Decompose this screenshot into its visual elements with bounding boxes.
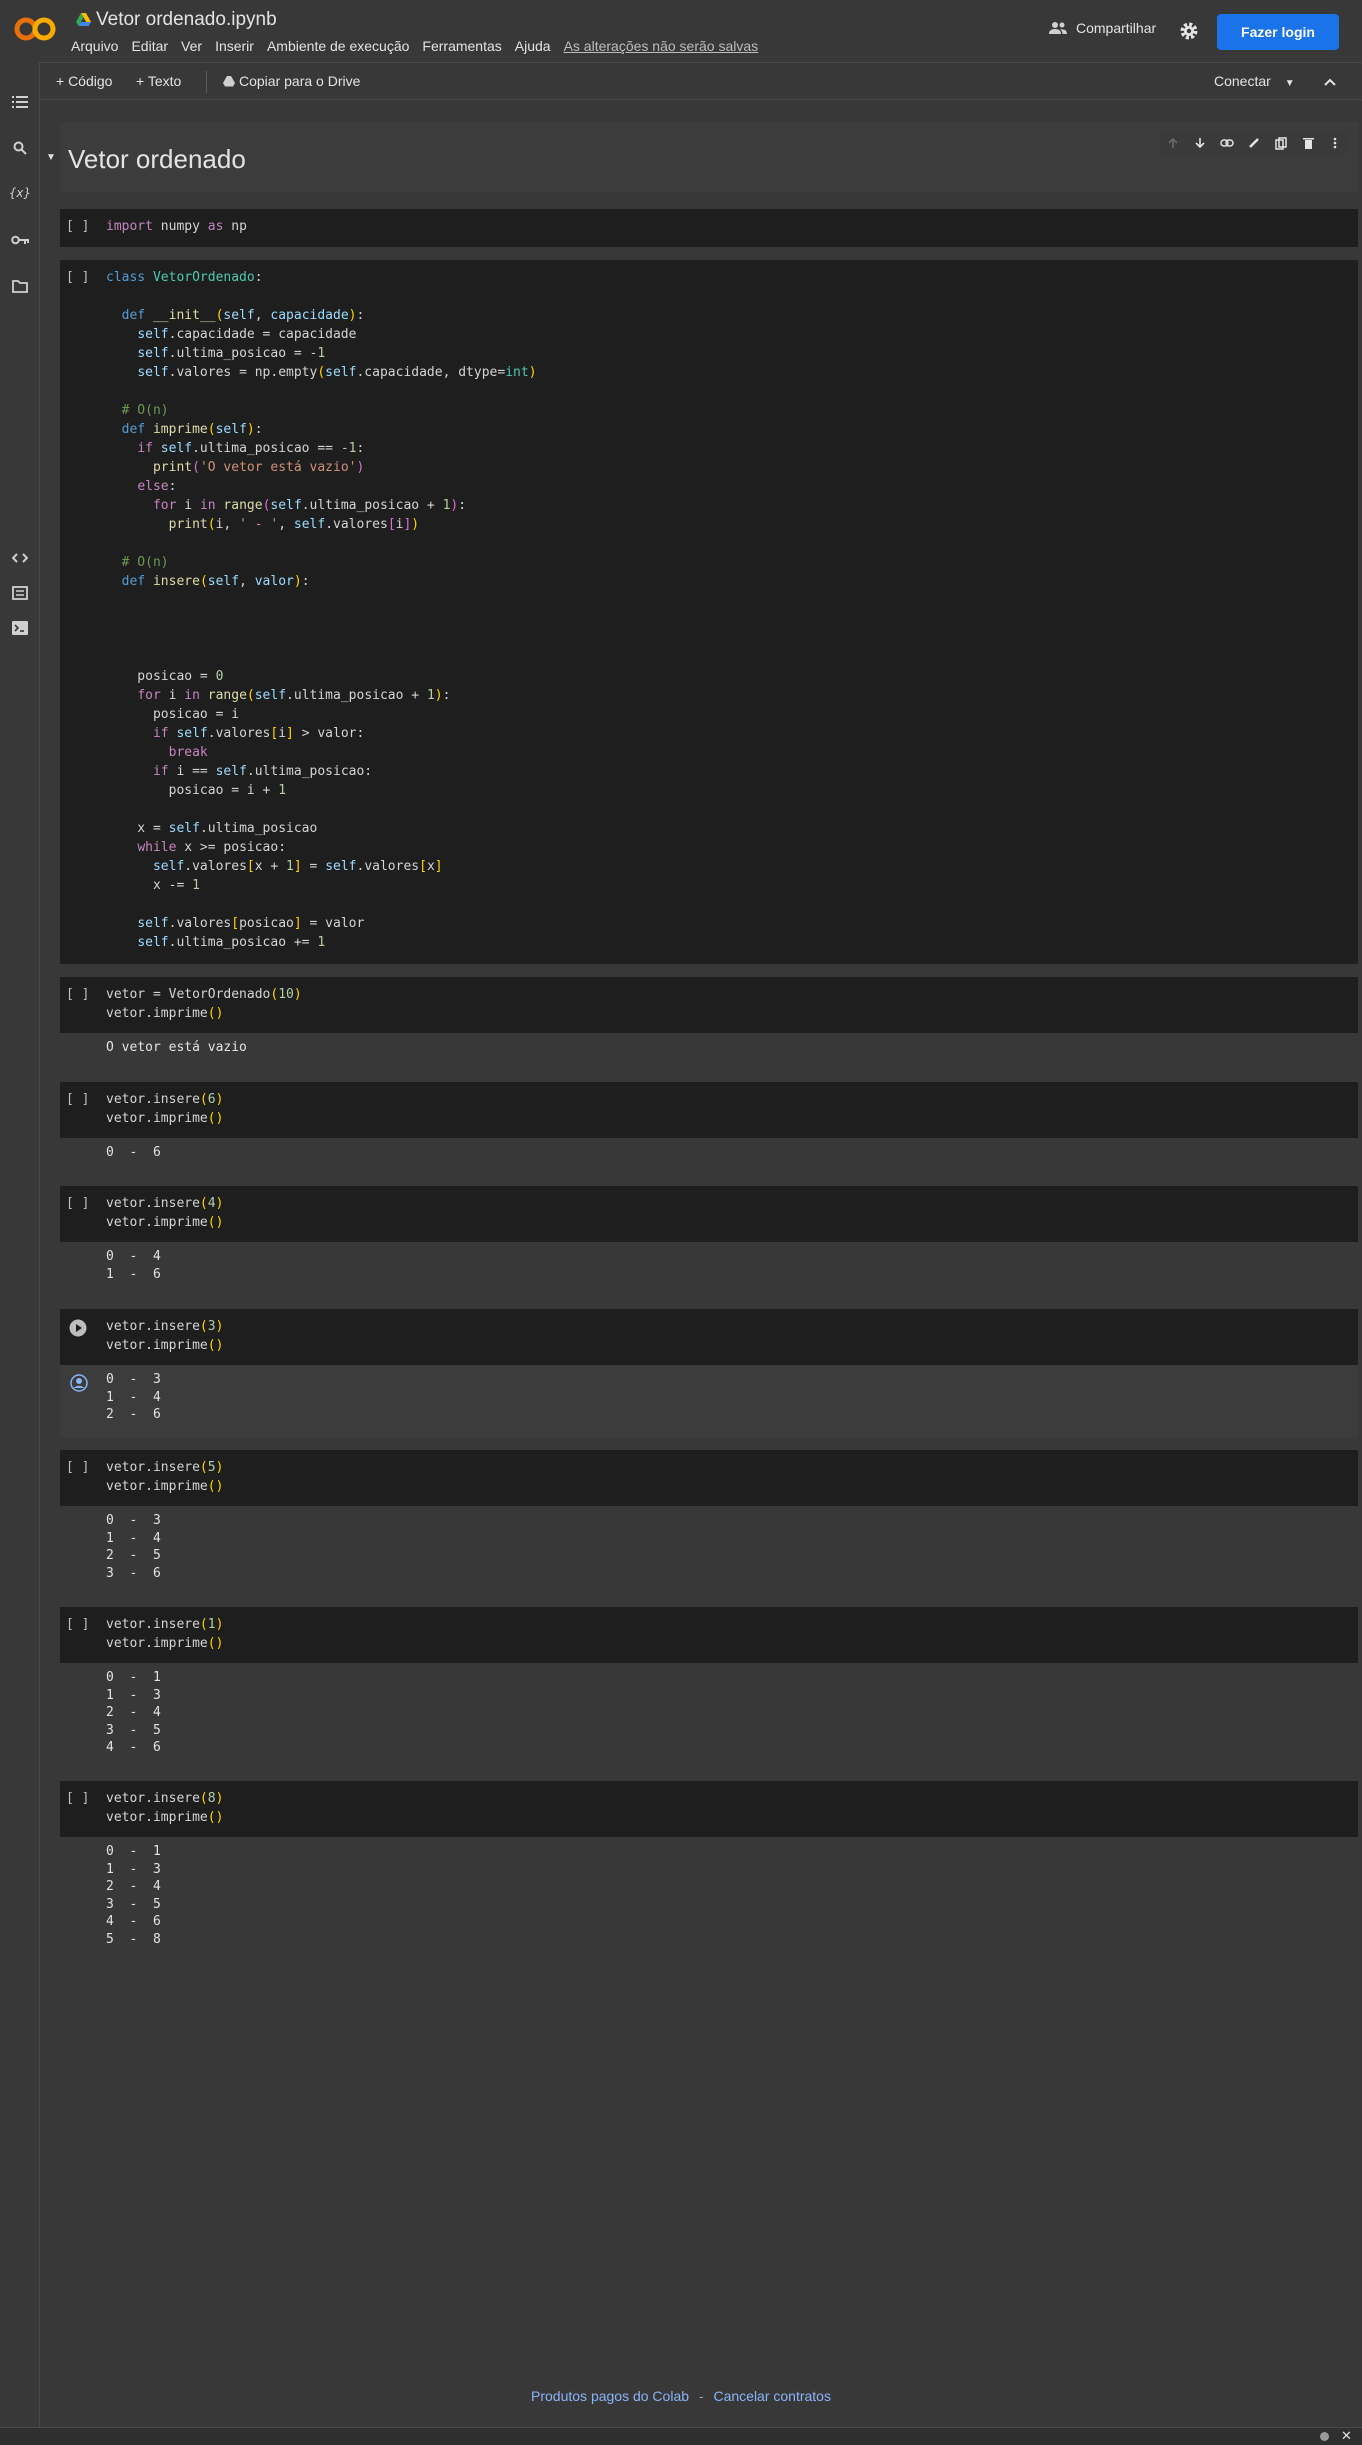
share-label: Compartilhar bbox=[1076, 20, 1157, 36]
page-footer: Produtos pagos do Colab - Cancelar contr… bbox=[0, 2388, 1362, 2404]
delete-trash-icon[interactable] bbox=[1299, 134, 1317, 152]
unsaved-changes-link[interactable]: As alterações não serão salvas bbox=[564, 38, 759, 54]
menu-item-ferramentas[interactable]: Ferramentas bbox=[422, 38, 501, 54]
variables-icon[interactable]: {x} bbox=[9, 183, 31, 203]
connect-label: Conectar bbox=[1214, 73, 1271, 89]
output-text: O vetor está vazio bbox=[106, 1040, 247, 1055]
cell-code[interactable]: vetor.insere(5) vetor.imprime() bbox=[106, 1458, 223, 1496]
notebook-title[interactable]: Vetor ordenado.ipynb bbox=[96, 9, 277, 31]
link-icon[interactable] bbox=[1218, 134, 1236, 152]
google-drive-icon bbox=[76, 13, 91, 26]
run-cell-button[interactable]: [ ] bbox=[66, 219, 89, 234]
cell-code[interactable]: vetor.insere(4) vetor.imprime() bbox=[106, 1194, 223, 1232]
move-up-icon[interactable] bbox=[1164, 134, 1182, 152]
section-title: Vetor ordenado bbox=[68, 144, 246, 174]
left-sidebar: {x} bbox=[0, 62, 40, 2445]
search-icon[interactable] bbox=[10, 138, 30, 158]
settings-gear-icon[interactable] bbox=[1179, 21, 1199, 41]
cell-output: O vetor está vazio bbox=[60, 1033, 1358, 1069]
menu-item-inserir[interactable]: Inserir bbox=[215, 38, 254, 54]
close-icon[interactable]: ✕ bbox=[1341, 2428, 1352, 2444]
login-button[interactable]: Fazer login bbox=[1217, 14, 1339, 50]
code-cell[interactable]: [ ] vetor.insere(8) vetor.imprime() bbox=[60, 1781, 1358, 1837]
menu-bar: Arquivo Editar Ver Inserir Ambiente de e… bbox=[71, 38, 771, 54]
copy-cell-icon[interactable] bbox=[1272, 134, 1290, 152]
cell-output: 0 - 3 1 - 4 2 - 5 3 - 6 bbox=[60, 1506, 1358, 1596]
cell-output: 0 - 6 bbox=[60, 1138, 1358, 1174]
cell-code[interactable]: class VetorOrdenado: def __init__(self, … bbox=[106, 268, 537, 952]
output-text: 0 - 6 bbox=[106, 1145, 161, 1160]
code-cell[interactable]: [ ] vetor.insere(4) vetor.imprime() bbox=[60, 1186, 1358, 1242]
output-text: 0 - 1 1 - 3 2 - 4 3 - 5 4 - 6 bbox=[106, 1670, 161, 1755]
output-text: 0 - 4 1 - 6 bbox=[106, 1249, 161, 1282]
paid-products-link[interactable]: Produtos pagos do Colab bbox=[531, 2388, 689, 2404]
add-code-cell-button[interactable]: + Código bbox=[56, 73, 112, 89]
copy-to-drive-label: Copiar para o Drive bbox=[239, 73, 361, 89]
menu-item-ajuda[interactable]: Ajuda bbox=[515, 38, 551, 54]
output-user-avatar-icon[interactable] bbox=[70, 1374, 88, 1392]
code-cell[interactable]: [ ] vetor.insere(1) vetor.imprime() bbox=[60, 1607, 1358, 1663]
code-snippets-icon[interactable] bbox=[10, 548, 30, 568]
menu-item-editar[interactable]: Editar bbox=[131, 38, 168, 54]
cell-code[interactable]: vetor.insere(1) vetor.imprime() bbox=[106, 1615, 223, 1653]
footer-separator: - bbox=[698, 2388, 704, 2404]
colab-logo[interactable] bbox=[14, 14, 56, 44]
output-text: 0 - 3 1 - 4 2 - 6 bbox=[106, 1372, 161, 1422]
code-cell[interactable]: [ ] vetor.insere(5) vetor.imprime() bbox=[60, 1450, 1358, 1506]
code-cell[interactable]: [ ] class VetorOrdenado: def __init__(se… bbox=[60, 260, 1358, 964]
cell-code[interactable]: vetor.insere(6) vetor.imprime() bbox=[106, 1090, 223, 1128]
cell-code[interactable]: vetor = VetorOrdenado(10) vetor.imprime(… bbox=[106, 985, 302, 1023]
secrets-key-icon[interactable] bbox=[10, 230, 30, 250]
text-cell-heading[interactable]: ▼ Vetor ordenado bbox=[46, 122, 1358, 192]
run-cell-button[interactable]: [ ] bbox=[66, 1196, 89, 1211]
run-cell-play-icon[interactable] bbox=[69, 1319, 87, 1337]
drive-outline-icon bbox=[223, 75, 235, 86]
terminal-icon[interactable] bbox=[10, 618, 30, 638]
toolbar-divider bbox=[206, 71, 207, 93]
cell-toolbar bbox=[1160, 132, 1348, 154]
table-of-contents-icon[interactable] bbox=[10, 92, 30, 112]
notebook-toolbar: + Código + Texto Copiar para o Drive Con… bbox=[40, 62, 1362, 100]
people-icon bbox=[1049, 22, 1067, 34]
share-button[interactable]: Compartilhar bbox=[1048, 20, 1156, 36]
add-text-cell-button[interactable]: + Texto bbox=[136, 73, 181, 89]
run-cell-button[interactable]: [ ] bbox=[66, 1791, 89, 1806]
chevron-up-icon[interactable] bbox=[1318, 71, 1342, 93]
output-text: 0 - 3 1 - 4 2 - 5 3 - 6 bbox=[106, 1513, 161, 1581]
cell-code[interactable]: vetor.insere(3) vetor.imprime() bbox=[106, 1317, 223, 1355]
command-palette-icon[interactable] bbox=[10, 583, 30, 603]
edit-pencil-icon[interactable] bbox=[1245, 134, 1263, 152]
chevron-down-icon[interactable]: ▼ bbox=[1285, 78, 1295, 89]
code-cell[interactable]: [ ] vetor = VetorOrdenado(10) vetor.impr… bbox=[60, 977, 1358, 1033]
files-folder-icon[interactable] bbox=[10, 276, 30, 296]
move-down-icon[interactable] bbox=[1191, 134, 1209, 152]
menu-item-ambiente[interactable]: Ambiente de execução bbox=[267, 38, 409, 54]
code-cell[interactable]: [ ] import numpy as np bbox=[60, 209, 1358, 247]
cell-output: 0 - 3 1 - 4 2 - 6 bbox=[60, 1365, 1358, 1437]
copy-to-drive-button[interactable]: Copiar para o Drive bbox=[223, 73, 360, 89]
more-options-icon[interactable] bbox=[1326, 134, 1344, 152]
app-header: Vetor ordenado.ipynb Arquivo Editar Ver … bbox=[0, 0, 1362, 62]
collapse-section-icon[interactable]: ▼ bbox=[46, 152, 56, 163]
status-dot-icon bbox=[1320, 2432, 1329, 2441]
menu-item-arquivo[interactable]: Arquivo bbox=[71, 38, 118, 54]
menu-item-ver[interactable]: Ver bbox=[181, 38, 202, 54]
code-cell[interactable]: [ ] vetor.insere(6) vetor.imprime() bbox=[60, 1082, 1358, 1138]
cell-output: 0 - 4 1 - 6 bbox=[60, 1242, 1358, 1296]
run-cell-button[interactable]: [ ] bbox=[66, 987, 89, 1002]
cell-output: 0 - 1 1 - 3 2 - 4 3 - 5 4 - 6 5 - 8 bbox=[60, 1837, 1358, 1961]
status-bar: ✕ bbox=[0, 2427, 1362, 2445]
connect-runtime-button[interactable]: Conectar ▼ bbox=[1214, 73, 1295, 89]
run-cell-button[interactable]: [ ] bbox=[66, 1092, 89, 1107]
cancel-contracts-link[interactable]: Cancelar contratos bbox=[713, 2388, 831, 2404]
run-cell-button[interactable]: [ ] bbox=[66, 270, 89, 285]
cell-output: 0 - 1 1 - 3 2 - 4 3 - 5 4 - 6 bbox=[60, 1663, 1358, 1771]
output-text: 0 - 1 1 - 3 2 - 4 3 - 5 4 - 6 5 - 8 bbox=[106, 1844, 161, 1947]
run-cell-button[interactable]: [ ] bbox=[66, 1460, 89, 1475]
cell-code[interactable]: import numpy as np bbox=[106, 217, 247, 236]
code-cell[interactable]: vetor.insere(3) vetor.imprime() bbox=[60, 1309, 1358, 1365]
cell-code[interactable]: vetor.insere(8) vetor.imprime() bbox=[106, 1789, 223, 1827]
run-cell-button[interactable]: [ ] bbox=[66, 1617, 89, 1632]
